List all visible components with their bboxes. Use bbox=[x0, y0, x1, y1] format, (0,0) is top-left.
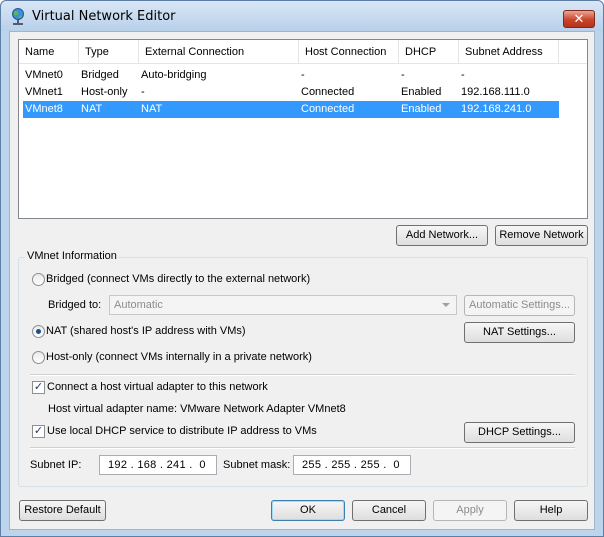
chevron-down-icon bbox=[442, 303, 450, 307]
automatic-settings-button[interactable]: Automatic Settings... bbox=[464, 295, 575, 316]
cell-subnet-address: - bbox=[461, 69, 465, 81]
bridged-to-value: Automatic bbox=[114, 299, 163, 311]
subnet-mask-label: Subnet mask: bbox=[223, 459, 291, 471]
cell-type: NAT bbox=[81, 103, 103, 115]
cell-subnet-address: 192.168.111.0 bbox=[461, 86, 530, 98]
remove-network-button[interactable]: Remove Network bbox=[495, 225, 588, 246]
column-header-subnet-address[interactable]: Subnet Address bbox=[459, 40, 559, 64]
nat-radio[interactable] bbox=[32, 325, 45, 338]
nat-label: NAT (shared host's IP address with VMs) bbox=[46, 325, 246, 337]
divider bbox=[30, 447, 575, 449]
restore-default-button[interactable]: Restore Default bbox=[19, 500, 106, 521]
table-row[interactable]: VMnet0 Bridged Auto-bridging - - - bbox=[23, 67, 559, 84]
cell-dhcp: - bbox=[401, 69, 405, 81]
divider bbox=[30, 374, 575, 376]
dhcp-checkbox[interactable]: ✓ bbox=[32, 425, 45, 438]
host-only-radio[interactable] bbox=[32, 351, 45, 364]
cell-subnet-address: 192.168.241.0 bbox=[461, 103, 532, 115]
cell-host-connection: - bbox=[301, 69, 305, 81]
apply-button[interactable]: Apply bbox=[433, 500, 507, 521]
group-label: VMnet Information bbox=[25, 250, 119, 262]
cell-name: VMnet0 bbox=[25, 69, 63, 81]
subnet-mask-input[interactable]: 255 . 255 . 255 . 0 bbox=[293, 455, 411, 475]
close-button[interactable]: ✕ bbox=[563, 10, 595, 28]
connect-adapter-checkbox[interactable]: ✓ bbox=[32, 381, 45, 394]
cell-name: VMnet1 bbox=[25, 86, 63, 98]
column-header-external-connection[interactable]: External Connection bbox=[139, 40, 299, 64]
cell-type: Bridged bbox=[81, 69, 119, 81]
vmnet-information-group: VMnet Information Bridged (connect VMs d… bbox=[18, 250, 588, 487]
vmnet-list[interactable]: Name Type External Connection Host Conne… bbox=[18, 39, 588, 219]
help-button[interactable]: Help bbox=[514, 500, 588, 521]
table-row-selected[interactable]: VMnet8 NAT NAT Connected Enabled 192.168… bbox=[23, 101, 559, 118]
title-bar[interactable]: Virtual Network Editor ✕ bbox=[1, 1, 603, 31]
column-header-name[interactable]: Name bbox=[19, 40, 79, 64]
adapter-name-text: Host virtual adapter name: VMware Networ… bbox=[48, 403, 346, 415]
column-header-dhcp[interactable]: DHCP bbox=[399, 40, 459, 64]
cell-external-connection: - bbox=[141, 86, 145, 98]
dhcp-label: Use local DHCP service to distribute IP … bbox=[47, 425, 317, 437]
host-only-label: Host-only (connect VMs internally in a p… bbox=[46, 351, 312, 363]
bridged-radio[interactable] bbox=[32, 273, 45, 286]
bridged-to-label: Bridged to: bbox=[48, 299, 102, 311]
add-network-button[interactable]: Add Network... bbox=[396, 225, 488, 246]
cell-host-connection: Connected bbox=[301, 86, 355, 98]
dialog-client-area: Name Type External Connection Host Conne… bbox=[9, 31, 595, 530]
dhcp-settings-button[interactable]: DHCP Settings... bbox=[464, 422, 575, 443]
cell-dhcp: Enabled bbox=[401, 86, 442, 98]
network-globe-icon bbox=[10, 8, 26, 26]
connect-adapter-label: Connect a host virtual adapter to this n… bbox=[47, 381, 268, 393]
ok-button[interactable]: OK bbox=[271, 500, 345, 521]
cell-external-connection: Auto-bridging bbox=[141, 69, 207, 81]
cell-dhcp: Enabled bbox=[401, 103, 442, 115]
cell-type: Host-only bbox=[81, 86, 128, 98]
cell-host-connection: Connected bbox=[301, 103, 355, 115]
column-header-host-connection[interactable]: Host Connection bbox=[299, 40, 399, 64]
table-row[interactable]: VMnet1 Host-only - Connected Enabled 192… bbox=[23, 84, 559, 101]
list-header: Name Type External Connection Host Conne… bbox=[19, 40, 587, 64]
subnet-ip-input[interactable]: 192 . 168 . 241 . 0 bbox=[99, 455, 217, 475]
cell-external-connection: NAT bbox=[141, 103, 163, 115]
subnet-ip-label: Subnet IP: bbox=[30, 459, 82, 471]
virtual-network-editor-window: Virtual Network Editor ✕ Name Type Exter… bbox=[0, 0, 604, 537]
cancel-button[interactable]: Cancel bbox=[352, 500, 426, 521]
column-header-type[interactable]: Type bbox=[79, 40, 139, 64]
cell-name: VMnet8 bbox=[25, 103, 63, 115]
nat-settings-button[interactable]: NAT Settings... bbox=[464, 322, 575, 343]
window-title: Virtual Network Editor bbox=[32, 9, 176, 24]
bridged-to-dropdown[interactable]: Automatic bbox=[109, 295, 457, 315]
bridged-label: Bridged (connect VMs directly to the ext… bbox=[46, 273, 311, 285]
